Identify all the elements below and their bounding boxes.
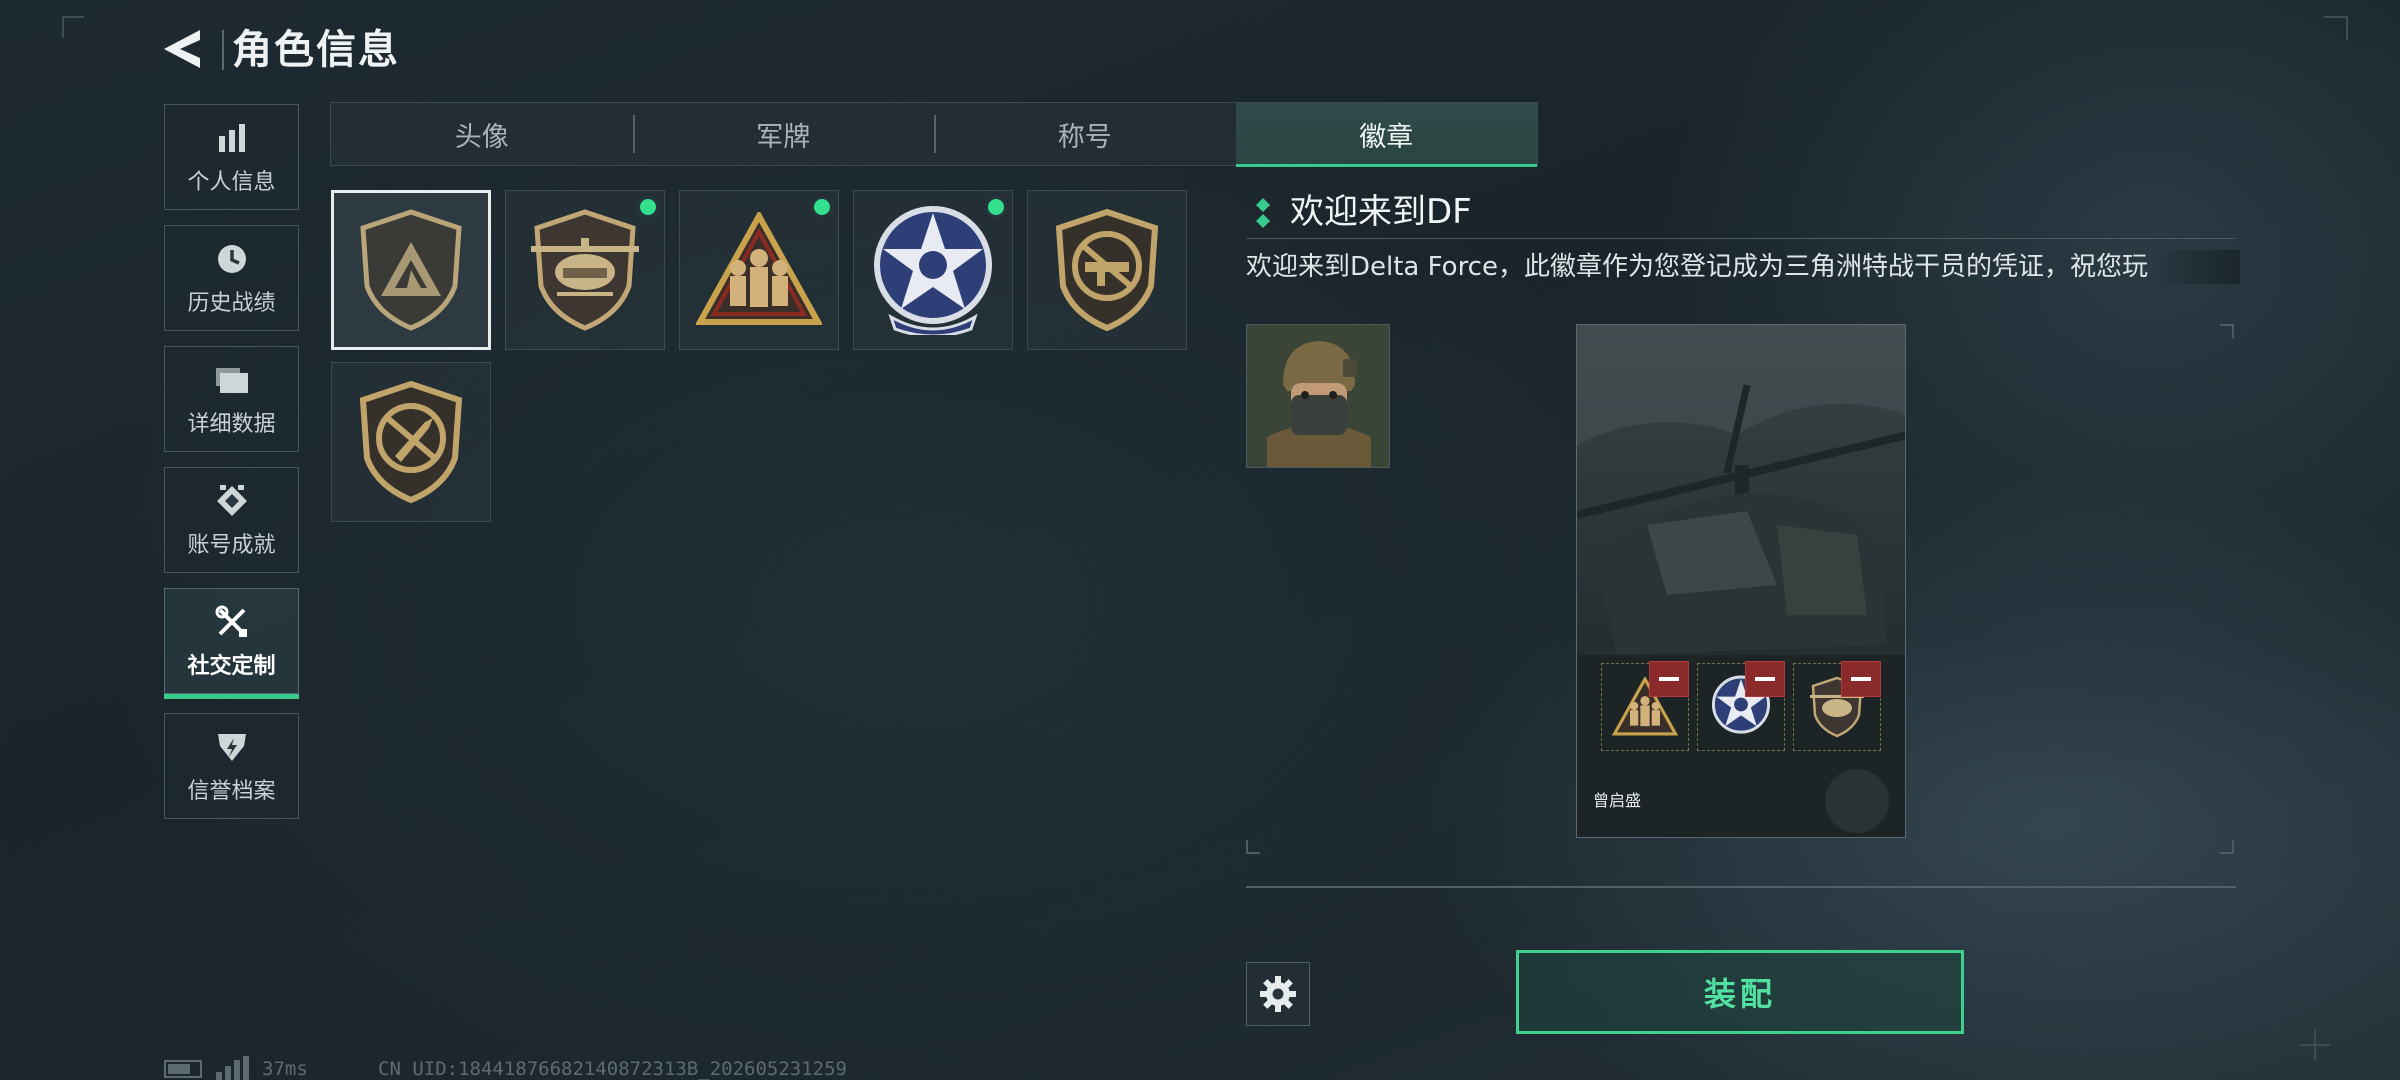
tab-dogtag[interactable]: 军牌 <box>632 103 935 165</box>
title-marker-icon <box>1256 198 1270 228</box>
helicopter-badge-icon <box>531 209 639 331</box>
knife-badge-icon <box>359 380 463 504</box>
battery-icon <box>164 1060 202 1078</box>
sidebar-item-label: 信誉档案 <box>187 779 276 804</box>
corner-tick <box>1246 840 1260 854</box>
folder-icon <box>212 360 252 400</box>
divider <box>1246 886 2236 888</box>
badge-item-delta[interactable] <box>331 190 491 350</box>
ping-text: 37ms <box>262 1058 308 1080</box>
text-fade <box>2150 250 2240 284</box>
rifle-badge-icon <box>1055 208 1159 332</box>
sidebar-item-label: 账号成就 <box>187 533 276 558</box>
sidebar-item-label: 社交定制 <box>187 654 276 679</box>
corner-mark <box>2324 16 2348 40</box>
gear-icon <box>1260 976 1296 1012</box>
star-badge-icon <box>874 206 992 335</box>
sidebar-item-label: 详细数据 <box>187 412 276 437</box>
clock-icon <box>212 239 252 279</box>
tab-title[interactable]: 称号 <box>934 103 1236 165</box>
badge-title: 欢迎来到DF <box>1290 192 1472 232</box>
settings-button[interactable] <box>1246 962 1310 1026</box>
bar-chart-icon <box>212 118 252 158</box>
equip-button[interactable]: 装配 <box>1516 950 1964 1034</box>
remove-badge-button[interactable] <box>1841 661 1881 697</box>
header-divider <box>222 30 224 70</box>
corner-tick <box>2220 840 2234 854</box>
corner-mark <box>62 16 84 38</box>
tools-icon <box>212 602 252 642</box>
minus-icon <box>1851 677 1871 681</box>
tab-bar: 头像 军牌 称号 徽章 <box>330 102 1538 167</box>
tab-avatar[interactable]: 头像 <box>331 103 633 165</box>
remove-badge-button[interactable] <box>1649 661 1689 697</box>
player-name: 曾启盛 <box>1593 791 1642 810</box>
sidebar-item-history[interactable]: 历史战绩 <box>164 225 299 331</box>
new-indicator <box>637 196 659 218</box>
achievement-icon <box>212 481 252 521</box>
sidebar-item-detailed-data[interactable]: 详细数据 <box>164 346 299 452</box>
divider <box>1246 238 2236 239</box>
remove-badge-button[interactable] <box>1745 661 1785 697</box>
minus-icon <box>1659 677 1679 681</box>
back-button[interactable] <box>160 24 210 74</box>
new-indicator <box>985 196 1007 218</box>
minus-icon <box>1755 677 1775 681</box>
sidebar-item-personal-info[interactable]: 个人信息 <box>164 104 299 210</box>
sidebar-item-reputation[interactable]: 信誉档案 <box>164 713 299 819</box>
tab-badge[interactable]: 徽章 <box>1235 103 1537 167</box>
avatar <box>1246 324 1390 468</box>
signal-icon <box>216 1056 250 1080</box>
corner-tick <box>2220 324 2234 338</box>
sidebar-item-label: 历史战绩 <box>187 291 276 316</box>
sidebar-item-achievements[interactable]: 账号成就 <box>164 467 299 573</box>
helicopter-background-image <box>1577 325 1905 837</box>
page-title: 角色信息 <box>232 27 400 73</box>
equip-button-label: 装配 <box>1703 975 1776 1013</box>
badge-item-rifle[interactable] <box>1027 190 1187 350</box>
delta-badge-icon <box>360 209 462 331</box>
new-indicator <box>811 196 833 218</box>
soldier-avatar-icon <box>1247 325 1389 467</box>
sidebar-item-social-custom[interactable]: 社交定制 <box>164 588 299 699</box>
uid-text: CN UID:18441876682140872313B_20260523125… <box>378 1058 847 1080</box>
back-arrow-icon <box>164 30 200 68</box>
squad-triangle-badge-icon <box>696 212 822 325</box>
crosshair-mark <box>2300 1030 2330 1060</box>
badge-preview-card: 曾启盛 <box>1576 324 1906 838</box>
badge-description: 欢迎来到Delta Force，此徽章作为您登记成为三角洲特战干员的凭证，祝您玩 <box>1246 252 2148 282</box>
badge-item-knife[interactable] <box>331 362 491 522</box>
sidebar-item-label: 个人信息 <box>187 170 276 195</box>
shield-bolt-icon <box>212 727 252 767</box>
